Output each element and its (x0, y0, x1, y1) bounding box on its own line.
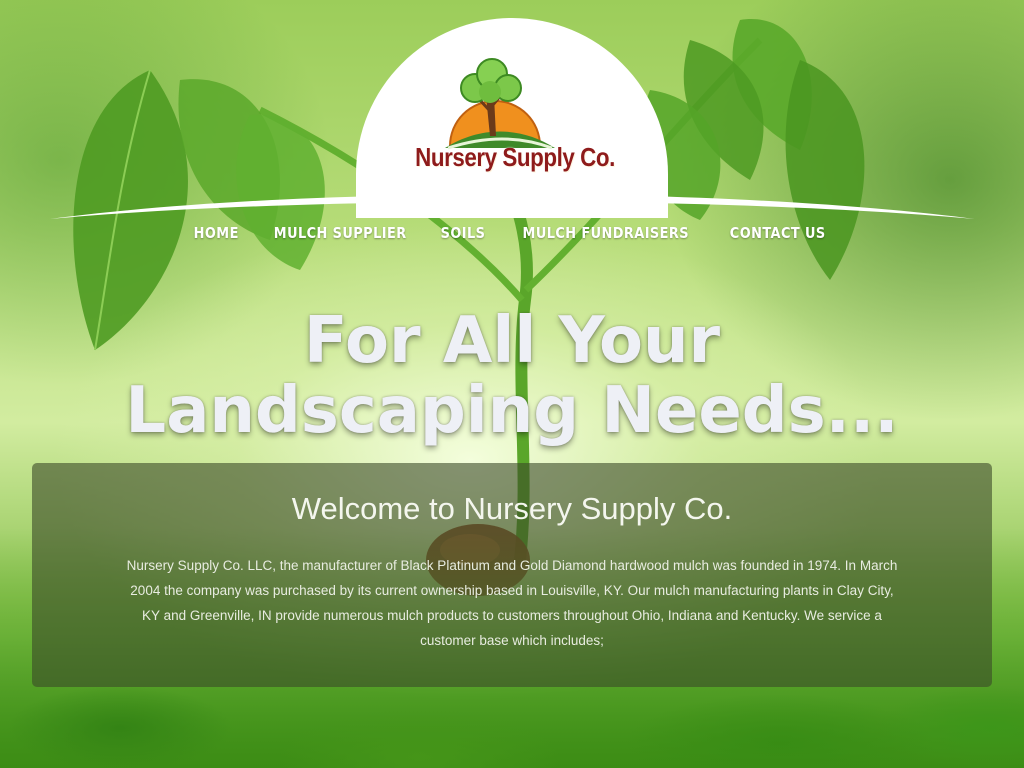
welcome-title: Welcome to Nursery Supply Co. (291, 491, 733, 526)
welcome-body: Nursery Supply Co. LLC, the manufacturer… (126, 558, 898, 648)
page: Nursery Supply Co. HOME MULCH SUPPLIER S… (0, 0, 1024, 768)
nav-item-home[interactable]: HOME (185, 224, 247, 242)
nav-item-mulch-supplier[interactable]: MULCH SUPPLIER (265, 224, 415, 242)
hero-headline: For All Your Landscaping Needs... (0, 306, 1024, 446)
nav-item-soils[interactable]: SOILS (432, 224, 494, 242)
tree-sun-logo-icon (445, 58, 555, 150)
nav-item-contact-us[interactable]: CONTACT US (722, 224, 835, 242)
hero-line-1: For All Your (303, 304, 721, 378)
main-nav: HOME MULCH SUPPLIER SOILS MULCH FUNDRAIS… (0, 224, 1024, 242)
site-logo[interactable]: Nursery Supply Co. (390, 56, 640, 184)
nav-item-mulch-fundraisers[interactable]: MULCH FUNDRAISERS (514, 224, 698, 242)
welcome-panel: Welcome to Nursery Supply Co. Nursery Su… (32, 463, 992, 687)
logo-brand-text: Nursery Supply Co. (415, 142, 615, 172)
hero-line-2: Landscaping Needs... (125, 374, 899, 448)
